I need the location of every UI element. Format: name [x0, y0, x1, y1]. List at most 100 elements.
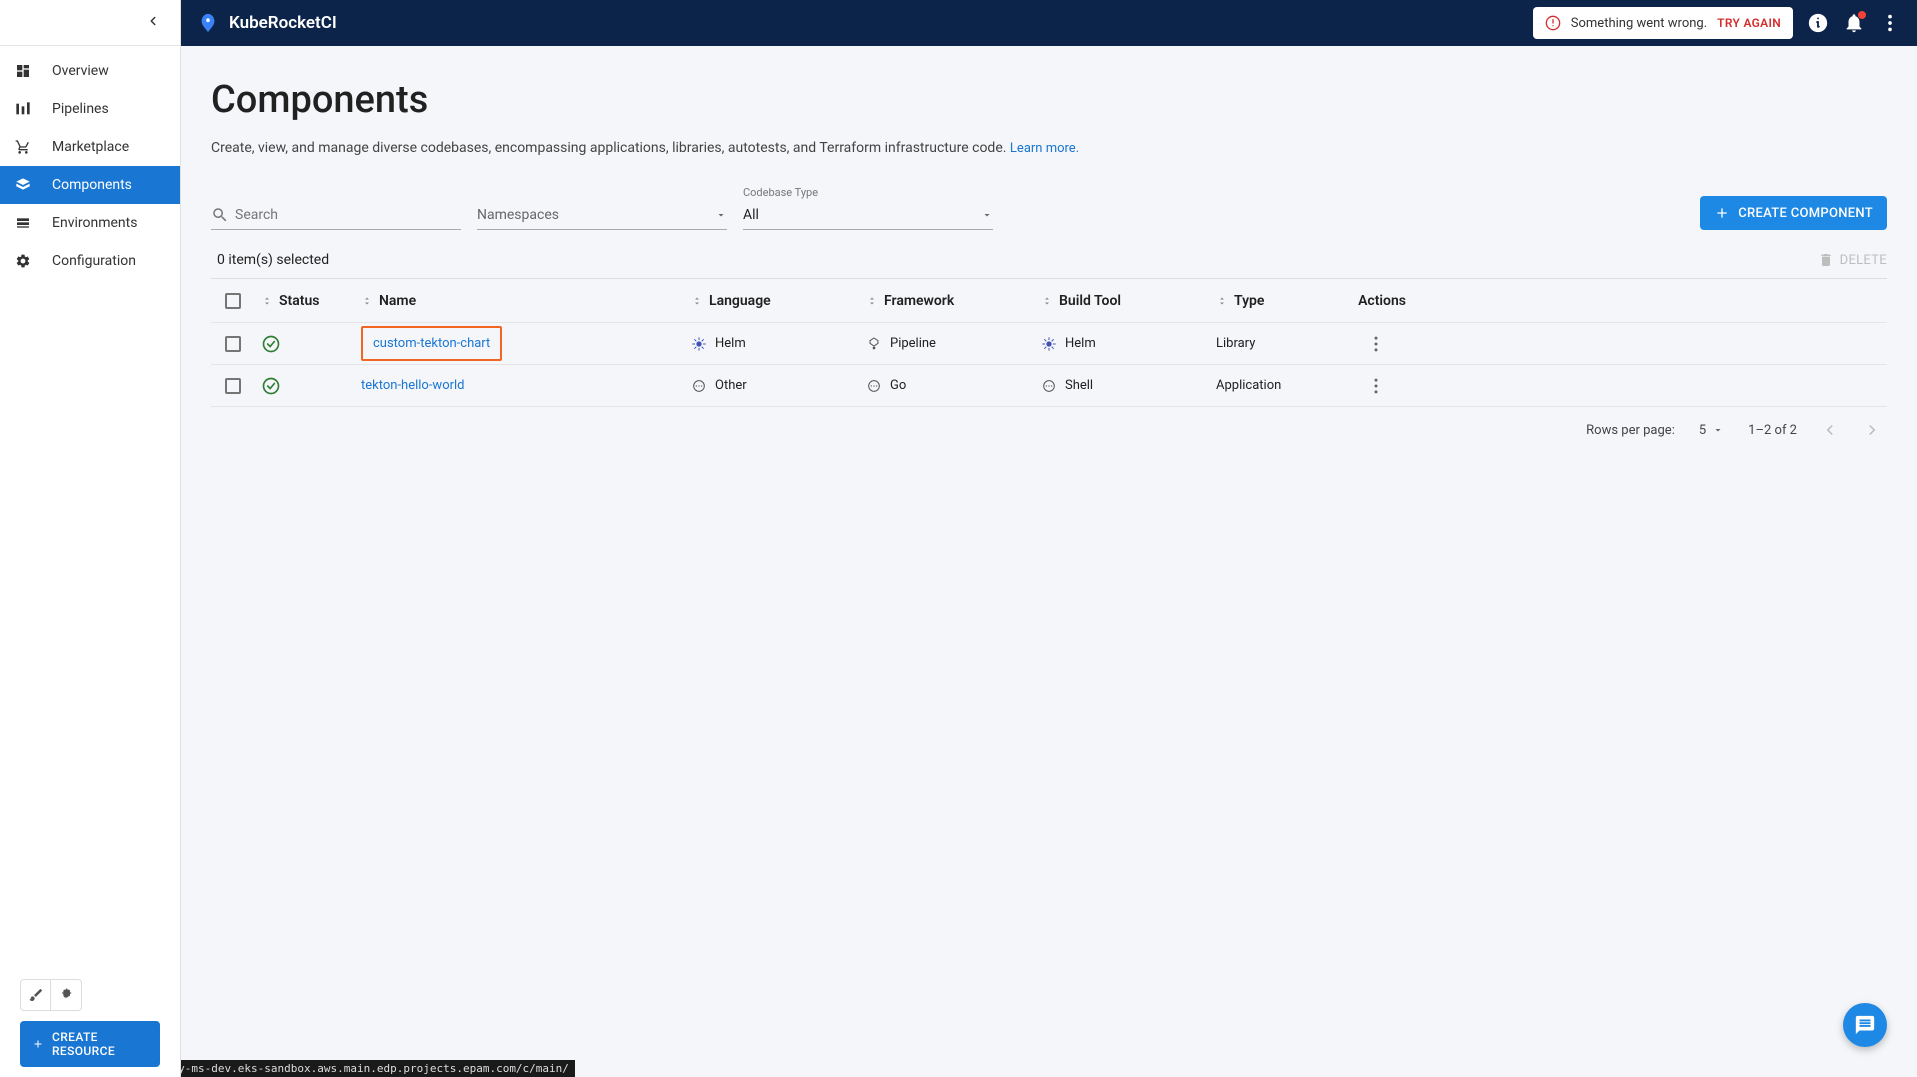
type-cell: Library: [1216, 336, 1346, 351]
col-status[interactable]: Status: [261, 293, 361, 309]
sidebar-item-pipelines[interactable]: Pipelines: [0, 90, 180, 128]
try-again-button[interactable]: TRY AGAIN: [1717, 16, 1781, 30]
table-header: Status Name Language Framework Build Too…: [211, 279, 1887, 323]
select-all-checkbox[interactable]: [225, 293, 241, 309]
info-button[interactable]: [1807, 12, 1829, 34]
delete-label: DELETE: [1840, 253, 1887, 268]
codebase-type-label: Codebase Type: [743, 186, 993, 199]
table-row: tekton-hello-world Other Go Shell Applic…: [211, 365, 1887, 407]
row-checkbox[interactable]: [225, 378, 241, 394]
col-build-tool[interactable]: Build Tool: [1041, 293, 1216, 309]
name-cell: custom-tekton-chart: [361, 326, 691, 361]
row-checkbox[interactable]: [225, 336, 241, 352]
col-type[interactable]: Type: [1216, 293, 1346, 309]
delete-button[interactable]: DELETE: [1818, 252, 1887, 268]
error-alert: Something went wrong. TRY AGAIN: [1533, 7, 1793, 39]
sort-icon: [866, 295, 878, 307]
topbar: KubeRocketCI Something went wrong. TRY A…: [181, 0, 1917, 46]
more-vert-icon: [1879, 12, 1901, 34]
col-name[interactable]: Name: [361, 293, 691, 309]
sort-icon: [1041, 295, 1053, 307]
alert-text: Something went wrong.: [1571, 16, 1707, 31]
col-actions: Actions: [1346, 293, 1406, 309]
sort-icon: [361, 295, 373, 307]
main-content: Components Create, view, and manage dive…: [181, 0, 1917, 1077]
codebase-type-select[interactable]: All: [743, 201, 993, 230]
search-icon: [211, 206, 229, 228]
plus-icon: [32, 1037, 44, 1051]
framework-cell: Go: [866, 378, 1041, 394]
cart-icon: [14, 138, 32, 156]
chevron-left-icon: [146, 14, 160, 28]
sidebar-header: [0, 0, 180, 46]
helm-icon: [691, 336, 707, 352]
settings-small-icon: [58, 987, 74, 1003]
rows-per-page-label: Rows per page:: [1586, 423, 1675, 438]
create-component-button[interactable]: CREATE COMPONENT: [1700, 196, 1887, 230]
filter-bar: Namespaces Codebase Type All CREATE COMP…: [211, 186, 1887, 230]
pagination-range: 1–2 of 2: [1748, 423, 1797, 438]
sidebar: Overview Pipelines Marketplace Component…: [0, 0, 181, 1077]
notification-dot: [1858, 11, 1866, 19]
sidebar-item-configuration[interactable]: Configuration: [0, 242, 180, 280]
pagination: Rows per page: 5 1–2 of 2: [211, 407, 1887, 453]
chat-fab[interactable]: [1843, 1003, 1887, 1047]
codebase-type-value: All: [743, 207, 759, 223]
learn-more-link[interactable]: Learn more.: [1010, 141, 1079, 156]
page-description: Create, view, and manage diverse codebas…: [211, 140, 1887, 156]
gear-icon: [14, 252, 32, 270]
environments-icon: [14, 214, 32, 232]
component-link[interactable]: custom-tekton-chart: [373, 336, 490, 351]
notifications-button[interactable]: [1843, 12, 1865, 34]
status-cell: [261, 334, 361, 354]
error-icon: [1545, 15, 1561, 31]
plus-icon: [1714, 205, 1730, 221]
tool-icon-2[interactable]: [51, 980, 81, 1010]
collapse-sidebar-button[interactable]: [146, 13, 160, 32]
selection-count: 0 item(s) selected: [217, 252, 329, 268]
namespaces-select[interactable]: Namespaces: [477, 201, 727, 230]
sidebar-item-label: Marketplace: [52, 139, 129, 155]
sort-icon: [1216, 295, 1228, 307]
caret-down-icon: [1712, 424, 1724, 436]
status-cell: [261, 376, 361, 396]
col-framework[interactable]: Framework: [866, 293, 1041, 309]
layers-icon: [14, 176, 32, 194]
col-language[interactable]: Language: [691, 293, 866, 309]
name-cell: tekton-hello-world: [361, 378, 691, 393]
page-title: Components: [211, 78, 1887, 122]
components-table: Status Name Language Framework Build Too…: [211, 278, 1887, 407]
selection-bar: 0 item(s) selected DELETE: [211, 252, 1887, 268]
sidebar-item-overview[interactable]: Overview: [0, 52, 180, 90]
sidebar-item-marketplace[interactable]: Marketplace: [0, 128, 180, 166]
sidebar-item-label: Pipelines: [52, 101, 109, 117]
row-actions-button[interactable]: [1366, 334, 1386, 354]
sidebar-item-label: Components: [52, 177, 132, 193]
create-resource-button[interactable]: CREATE RESOURCE: [20, 1021, 160, 1067]
brand-label: KubeRocketCI: [229, 13, 337, 33]
namespaces-label: Namespaces: [477, 207, 559, 223]
sort-icon: [691, 295, 703, 307]
component-link[interactable]: tekton-hello-world: [361, 378, 465, 393]
more-menu-button[interactable]: [1879, 12, 1901, 34]
sidebar-footer: CREATE RESOURCE: [0, 969, 180, 1077]
rows-per-page-select[interactable]: 5: [1699, 423, 1724, 438]
shell-icon: [1041, 378, 1057, 394]
tool-icon-1[interactable]: [21, 980, 51, 1010]
prev-page-button[interactable]: [1821, 421, 1839, 439]
sidebar-item-components[interactable]: Components: [0, 166, 180, 204]
sidebar-item-environments[interactable]: Environments: [0, 204, 180, 242]
row-actions-button[interactable]: [1366, 376, 1386, 396]
sidebar-item-label: Environments: [52, 215, 137, 231]
info-icon: [1807, 12, 1829, 34]
codebase-type-field: Codebase Type All: [743, 186, 993, 230]
next-page-button[interactable]: [1863, 421, 1881, 439]
page-description-text: Create, view, and manage diverse codebas…: [211, 140, 1006, 156]
buildtool-cell: Helm: [1041, 336, 1216, 352]
search-input[interactable]: [211, 201, 461, 230]
type-cell: Application: [1216, 378, 1346, 393]
chat-icon: [1854, 1014, 1876, 1036]
brand[interactable]: KubeRocketCI: [197, 12, 337, 34]
language-cell: Helm: [691, 336, 866, 352]
caret-down-icon: [715, 209, 727, 221]
